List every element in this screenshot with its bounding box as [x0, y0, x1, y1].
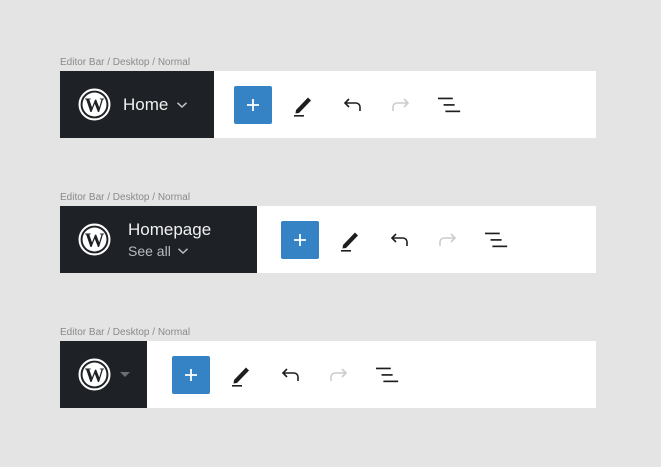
redo-icon [392, 97, 410, 111]
chevron-down-icon[interactable] [176, 101, 188, 109]
wordpress-logo-icon[interactable]: W [78, 358, 111, 391]
list-view-button[interactable] [376, 363, 400, 387]
pencil-icon [341, 232, 358, 252]
list-view-icon [376, 367, 399, 382]
caret-down-icon[interactable] [120, 371, 130, 378]
svg-text:W: W [85, 230, 105, 251]
site-hub[interactable]: W [60, 341, 147, 408]
undo-button[interactable] [340, 93, 364, 117]
undo-icon [390, 232, 408, 246]
edit-button[interactable] [291, 93, 315, 117]
site-hub[interactable]: W Home [60, 71, 214, 138]
plus-icon [185, 368, 197, 381]
see-all-label: See all [128, 242, 171, 259]
editor-bar: W Home [60, 71, 596, 138]
site-title[interactable]: Home [123, 95, 168, 115]
editor-bar: W [60, 341, 596, 408]
site-title-group[interactable]: Homepage See all [128, 220, 211, 260]
wordpress-logo-icon[interactable]: W [78, 88, 111, 121]
toolbar [234, 85, 462, 124]
redo-icon [330, 367, 348, 381]
toolbar [172, 355, 400, 394]
frame-label: Editor Bar / Desktop / Normal [60, 327, 191, 338]
pencil-icon [294, 97, 311, 117]
edit-button[interactable] [338, 228, 362, 252]
see-all-link[interactable]: See all [128, 242, 211, 260]
pencil-icon [232, 367, 249, 387]
plus-icon [294, 233, 306, 246]
redo-button[interactable] [436, 228, 460, 252]
site-hub[interactable]: W Homepage See all [60, 206, 257, 273]
list-view-icon [485, 232, 508, 247]
list-view-button[interactable] [438, 93, 462, 117]
toolbar [281, 220, 509, 259]
add-block-button[interactable] [234, 85, 272, 124]
list-view-button[interactable] [485, 228, 509, 252]
list-view-icon [438, 97, 461, 112]
redo-icon [439, 232, 457, 246]
plus-icon [247, 98, 259, 111]
editor-bar: W Homepage See all [60, 206, 596, 273]
undo-button[interactable] [387, 228, 411, 252]
frame-label: Editor Bar / Desktop / Normal [60, 57, 191, 68]
add-block-button[interactable] [172, 355, 210, 394]
edit-button[interactable] [229, 363, 253, 387]
chevron-down-icon [177, 247, 189, 255]
add-block-button[interactable] [281, 220, 319, 259]
redo-button[interactable] [327, 363, 351, 387]
redo-button[interactable] [389, 93, 413, 117]
undo-icon [281, 367, 299, 381]
undo-button[interactable] [278, 363, 302, 387]
frame-label: Editor Bar / Desktop / Normal [60, 192, 191, 203]
svg-text:W: W [85, 365, 105, 386]
svg-text:W: W [85, 95, 105, 116]
undo-icon [343, 97, 361, 111]
wordpress-logo-icon[interactable]: W [78, 223, 111, 256]
site-title[interactable]: Homepage [128, 220, 211, 240]
